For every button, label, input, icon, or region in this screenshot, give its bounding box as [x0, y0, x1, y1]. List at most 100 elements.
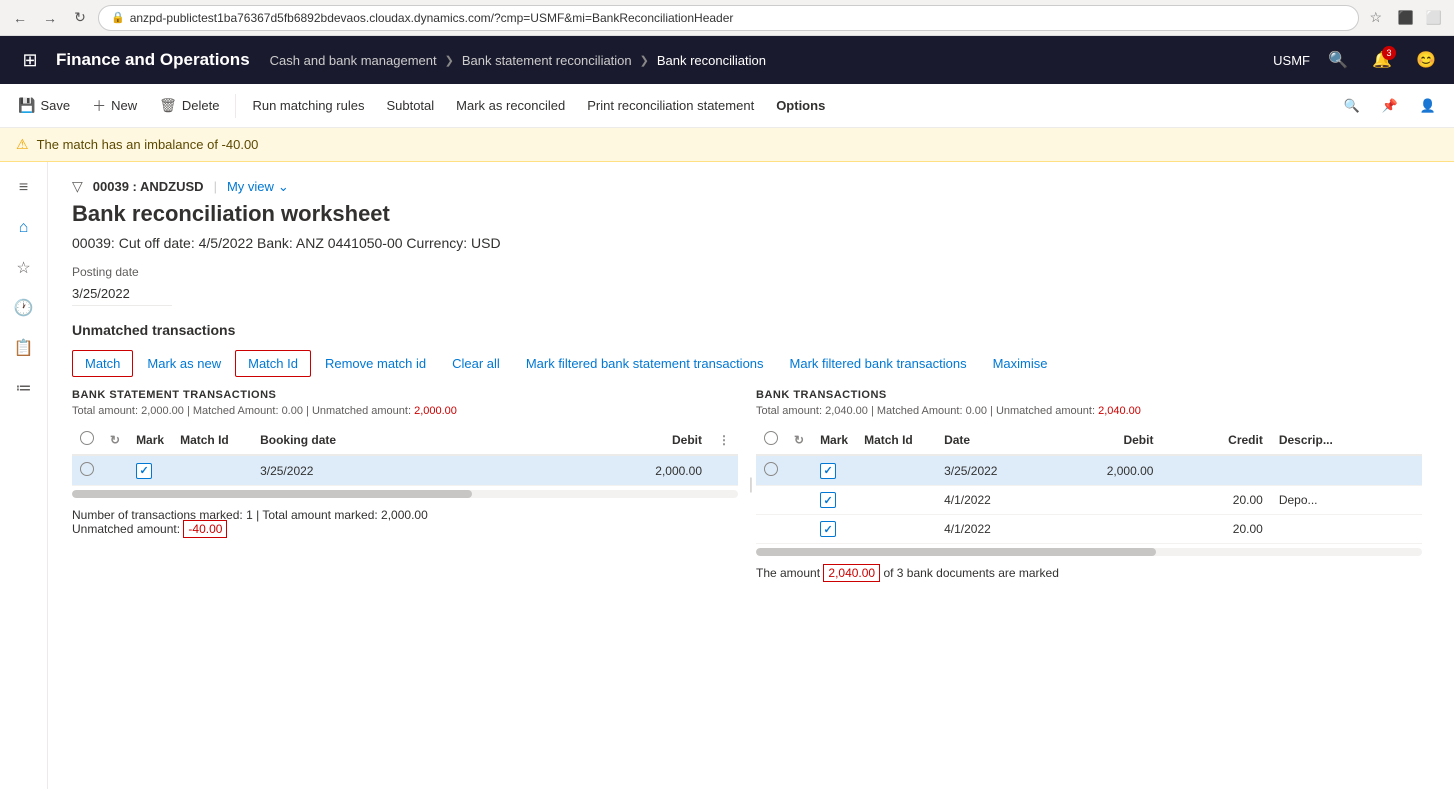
- ext-icon-2[interactable]: ⬜: [1422, 6, 1446, 30]
- bt-col-debit-header: Debit: [1026, 425, 1161, 455]
- cmd-pin-button[interactable]: 📌: [1372, 92, 1408, 120]
- bt-row1-desc: [1271, 455, 1422, 486]
- section-title: Unmatched transactions: [72, 322, 1430, 338]
- bt-col-mark-header: Mark: [812, 425, 856, 455]
- clear-all-button[interactable]: Clear all: [440, 351, 512, 376]
- table-row: 4/1/2022 20.00 Depo...: [756, 486, 1422, 515]
- forward-button[interactable]: →: [38, 6, 62, 30]
- breadcrumb-item-3[interactable]: Bank reconciliation: [657, 53, 766, 68]
- match-id-button[interactable]: Match Id: [235, 350, 311, 377]
- posting-date-value[interactable]: 3/25/2022: [72, 282, 172, 306]
- extension-icons: ⬛ ⬜: [1394, 6, 1446, 30]
- bt-row3-matchid: [856, 515, 936, 544]
- cmd-person-button[interactable]: 👤: [1410, 92, 1446, 120]
- mark-filtered-bs-button[interactable]: Mark filtered bank statement transaction…: [514, 351, 776, 376]
- notification-icon-btn[interactable]: 🔔 3: [1366, 44, 1398, 76]
- table-row: 3/25/2022 2,000.00: [756, 455, 1422, 486]
- bt-row2-debit: [1026, 486, 1161, 515]
- bt-scrollbar[interactable]: [756, 548, 1422, 556]
- main-layout: ≡ ⌂ ☆ 🕐 📋 ≔ ▽ 00039 : ANDZUSD | My view …: [0, 162, 1454, 789]
- sidebar-doc-icon[interactable]: 📋: [6, 330, 42, 366]
- panel-divider[interactable]: |: [746, 389, 756, 580]
- sidebar-clock-icon[interactable]: 🕐: [6, 290, 42, 326]
- back-button[interactable]: ←: [8, 6, 32, 30]
- ext-icon-1[interactable]: ⬛: [1394, 6, 1418, 30]
- bs-row1-radio[interactable]: [72, 455, 102, 486]
- bt-col-refresh-header: ↻: [786, 425, 812, 455]
- sidebar-home-icon[interactable]: ⌂: [6, 210, 42, 246]
- subtotal-button[interactable]: Subtotal: [376, 92, 444, 119]
- bt-col-credit-header: Credit: [1161, 425, 1270, 455]
- bs-col-date-header: Booking date: [252, 425, 344, 455]
- bt-row3-radio[interactable]: [756, 515, 786, 544]
- breadcrumb-item-1[interactable]: Cash and bank management: [270, 53, 437, 68]
- bs-col-radio-header: [72, 425, 102, 455]
- save-button[interactable]: 💾 Save: [8, 91, 80, 120]
- bt-header-radio[interactable]: [764, 431, 778, 445]
- bs-unmatched-label: Unmatched amount:: [72, 522, 180, 536]
- bt-col-radio-header: [756, 425, 786, 455]
- bt-row3-mark[interactable]: [812, 515, 856, 544]
- bookmark-icon[interactable]: ☆: [1369, 9, 1382, 26]
- breadcrumb: Cash and bank management ❯ Bank statemen…: [270, 53, 766, 68]
- bs-footer: Number of transactions marked: 1 | Total…: [72, 508, 738, 536]
- search-icon-btn[interactable]: 🔍: [1322, 44, 1354, 76]
- bs-more-icon[interactable]: ⋮: [718, 433, 730, 447]
- bt-footer-amount: 2,040.00: [823, 564, 880, 582]
- url-text: anzpd-publictest1ba76367d5fb6892bdevaos.…: [130, 11, 734, 25]
- posting-date-field: Posting date 3/25/2022: [72, 265, 1430, 322]
- bs-col-mark-header: Mark: [128, 425, 172, 455]
- sidebar-list-icon[interactable]: ≔: [6, 370, 42, 406]
- bs-row1-matchid: [172, 455, 252, 486]
- notification-badge: 3: [1382, 46, 1396, 60]
- bt-refresh-icon[interactable]: ↻: [794, 433, 804, 447]
- options-button[interactable]: Options: [766, 92, 835, 119]
- refresh-button[interactable]: ↻: [68, 6, 92, 30]
- bs-row1-mark[interactable]: [128, 455, 172, 486]
- filter-icon[interactable]: ▽: [72, 178, 83, 195]
- bt-row2-radio[interactable]: [756, 486, 786, 515]
- mark-reconciled-button[interactable]: Mark as reconciled: [446, 92, 575, 119]
- match-button[interactable]: Match: [72, 350, 133, 377]
- bs-header-radio[interactable]: [80, 431, 94, 445]
- bs-scrollbar[interactable]: [72, 490, 738, 498]
- bt-scrollbar-thumb[interactable]: [756, 548, 1156, 556]
- table-row: 3/25/2022 2,000.00: [72, 455, 738, 486]
- bt-col-date-header: Date: [936, 425, 1026, 455]
- bt-row3-date: 4/1/2022: [936, 515, 1026, 544]
- app-name: Finance and Operations: [56, 50, 250, 70]
- waffle-menu-icon[interactable]: ⊞: [12, 42, 48, 78]
- header-right-icons: USMF 🔍 🔔 3 😊: [1273, 44, 1442, 76]
- bt-row1-radio[interactable]: [756, 455, 786, 486]
- view-selector[interactable]: My view ⌄: [227, 179, 289, 195]
- bank-transactions-title: BANK TRANSACTIONS: [756, 389, 1422, 401]
- account-id: 00039 : ANDZUSD: [93, 179, 204, 194]
- bs-scrollbar-thumb[interactable]: [72, 490, 472, 498]
- print-button[interactable]: Print reconciliation statement: [577, 92, 764, 119]
- sidebar: ≡ ⌂ ☆ 🕐 📋 ≔: [0, 162, 48, 789]
- remove-match-id-button[interactable]: Remove match id: [313, 351, 438, 376]
- mark-as-new-button[interactable]: Mark as new: [135, 351, 233, 376]
- breadcrumb-item-2[interactable]: Bank statement reconciliation: [462, 53, 632, 68]
- bs-refresh-icon[interactable]: ↻: [110, 433, 120, 447]
- bt-row3-desc: [1271, 515, 1422, 544]
- filter-sep: |: [214, 179, 217, 194]
- new-button[interactable]: ＋ New: [82, 90, 147, 122]
- run-matching-button[interactable]: Run matching rules: [242, 92, 374, 119]
- main-content: ▽ 00039 : ANDZUSD | My view ⌄ Bank recon…: [48, 162, 1454, 789]
- mark-filtered-bt-button[interactable]: Mark filtered bank transactions: [778, 351, 979, 376]
- address-bar[interactable]: 🔒 anzpd-publictest1ba76367d5fb6892bdevao…: [98, 5, 1359, 31]
- cmd-separator-1: [235, 94, 236, 118]
- user-icon-btn[interactable]: 😊: [1410, 44, 1442, 76]
- bt-footer-text: The amount: [756, 566, 820, 580]
- bt-row2-mark[interactable]: [812, 486, 856, 515]
- cmd-search-button[interactable]: 🔍: [1333, 92, 1369, 120]
- bt-row1-refresh: [786, 455, 812, 486]
- bt-row1-mark[interactable]: [812, 455, 856, 486]
- sidebar-star-icon[interactable]: ☆: [6, 250, 42, 286]
- maximise-button[interactable]: Maximise: [981, 351, 1060, 376]
- sidebar-menu-icon[interactable]: ≡: [6, 170, 42, 206]
- bt-row1-debit: 2,000.00: [1026, 455, 1161, 486]
- delete-button[interactable]: 🗑 Delete: [149, 91, 229, 120]
- delete-icon: 🗑: [159, 97, 177, 114]
